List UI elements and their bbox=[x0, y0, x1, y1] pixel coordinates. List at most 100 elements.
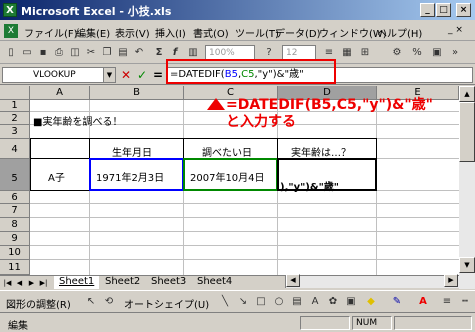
rectangle-icon[interactable]: □ bbox=[254, 295, 268, 309]
row-header[interactable]: 6 bbox=[0, 191, 30, 204]
gridline bbox=[30, 245, 459, 246]
save-icon[interactable]: ▪ bbox=[36, 46, 50, 60]
cell-d4[interactable]: 実年齢は…？ bbox=[291, 144, 351, 159]
tab-sheet1[interactable]: Sheet1 bbox=[54, 276, 100, 289]
row-header[interactable]: 4 bbox=[0, 139, 30, 159]
new-icon[interactable]: ▯ bbox=[4, 46, 18, 60]
menu-data[interactable]: データ(D) bbox=[275, 25, 321, 40]
copy-icon[interactable]: ❐ bbox=[100, 46, 114, 60]
scroll-right-icon[interactable]: ▶ bbox=[444, 274, 458, 287]
column-header[interactable]: A bbox=[30, 86, 90, 100]
chevron-down-icon[interactable]: ▼ bbox=[103, 68, 115, 82]
row-header[interactable]: 8 bbox=[0, 218, 30, 232]
annotation-callout: =DATEDIF(B5,C5,"y")&"歳" と入力する bbox=[226, 97, 433, 131]
cancel-icon[interactable]: ✕ bbox=[121, 68, 131, 82]
scroll-down-icon[interactable]: ▼ bbox=[459, 257, 475, 273]
maximize-button[interactable]: □ bbox=[436, 3, 451, 17]
drawing-toolbar: 図形の調整(R) ↖ ⟲ オートシェイプ(U) ╲ ↘ □ ○ ▤ A ✿ ▣ … bbox=[0, 290, 475, 312]
cell-c5[interactable]: 2007年10月4日 bbox=[190, 169, 265, 184]
cell-a2[interactable]: ■実年齢を調べる！ bbox=[33, 113, 122, 128]
cell-d5-editing[interactable]: ),"y")&"歳" bbox=[280, 178, 339, 193]
column-header[interactable]: B bbox=[90, 86, 184, 100]
last-sheet-icon[interactable]: ▶| bbox=[38, 277, 49, 289]
open-icon[interactable]: ▭ bbox=[20, 46, 34, 60]
equals-icon[interactable]: = bbox=[153, 68, 163, 82]
minimize-button[interactable]: _ bbox=[420, 3, 435, 17]
dash-style-icon[interactable]: ┅ bbox=[458, 295, 472, 309]
line-color-icon[interactable]: ✎ bbox=[390, 295, 404, 309]
scroll-thumb[interactable] bbox=[459, 102, 475, 162]
align-icon[interactable]: ≡ bbox=[322, 46, 336, 60]
clipart-icon[interactable]: ✿ bbox=[326, 295, 340, 309]
tab-sheet3[interactable]: Sheet3 bbox=[146, 276, 191, 289]
name-box[interactable]: VLOOKUP ▼ bbox=[2, 67, 116, 83]
vertical-scrollbar[interactable]: ▲ ▼ bbox=[459, 86, 475, 289]
row-header[interactable]: 2 bbox=[0, 112, 30, 125]
oval-icon[interactable]: ○ bbox=[272, 295, 286, 309]
tab-sheet4[interactable]: Sheet4 bbox=[192, 276, 237, 289]
menu-help[interactable]: ヘルプ(H) bbox=[377, 25, 422, 40]
row-header[interactable]: 9 bbox=[0, 232, 30, 246]
percent-icon[interactable]: % bbox=[410, 46, 424, 60]
next-sheet-icon[interactable]: ▶ bbox=[26, 277, 37, 289]
horizontal-scrollbar[interactable]: ◀ ▶ bbox=[285, 274, 459, 288]
menu-format[interactable]: 書式(O) bbox=[193, 25, 229, 40]
line-style-icon[interactable]: ≡ bbox=[440, 295, 454, 309]
autosum-icon[interactable]: Σ bbox=[152, 46, 166, 60]
doc-close-icon[interactable]: _ × bbox=[448, 25, 463, 35]
undo-icon[interactable]: ↶ bbox=[132, 46, 146, 60]
borders-icon[interactable]: ⊞ bbox=[358, 46, 372, 60]
paste-icon[interactable]: ▤ bbox=[116, 46, 130, 60]
preview-icon[interactable]: ◫ bbox=[68, 46, 82, 60]
line-icon[interactable]: ╲ bbox=[218, 295, 232, 309]
workbook-icon[interactable]: X bbox=[4, 24, 18, 38]
select-arrow-icon[interactable]: ↖ bbox=[84, 295, 98, 309]
excel-app-icon[interactable]: X bbox=[3, 3, 17, 17]
cell-a5[interactable]: A子 bbox=[48, 169, 65, 184]
prev-sheet-icon[interactable]: ◀ bbox=[14, 277, 25, 289]
gridline bbox=[30, 203, 459, 204]
row-header[interactable]: 10 bbox=[0, 246, 30, 260]
menu-view[interactable]: 表示(V) bbox=[115, 25, 150, 40]
draw-menu[interactable]: 図形の調整(R) bbox=[6, 296, 71, 311]
textbox-icon[interactable]: ▤ bbox=[290, 295, 304, 309]
menu-insert[interactable]: 挿入(I) bbox=[155, 25, 186, 40]
cell-c4[interactable]: 調べたい日 bbox=[202, 144, 252, 159]
autoshape-menu[interactable]: オートシェイプ(U) bbox=[124, 296, 209, 311]
table-border bbox=[30, 138, 90, 159]
row-header[interactable]: 11 bbox=[0, 260, 30, 275]
rotate-icon[interactable]: ⟲ bbox=[102, 295, 116, 309]
row-header[interactable]: 1 bbox=[0, 100, 30, 112]
close-button[interactable]: × bbox=[456, 3, 471, 17]
menu-bar: X ファイル(F) 編集(E) 表示(V) 挿入(I) 書式(O) ツール(T)… bbox=[0, 21, 475, 41]
font-color-icon[interactable]: A bbox=[416, 295, 430, 309]
tools-icon[interactable]: ⚙ bbox=[390, 46, 404, 60]
cut-icon[interactable]: ✂ bbox=[84, 46, 98, 60]
function-icon[interactable]: f bbox=[168, 46, 182, 60]
first-sheet-icon[interactable]: |◀ bbox=[2, 277, 13, 289]
scroll-up-icon[interactable]: ▲ bbox=[459, 86, 475, 102]
merge-icon[interactable]: ▦ bbox=[340, 46, 354, 60]
menu-tools[interactable]: ツール(T) bbox=[235, 25, 279, 40]
row-header[interactable]: 5 bbox=[0, 159, 30, 191]
menu-edit[interactable]: 編集(E) bbox=[76, 25, 110, 40]
select-all-corner[interactable] bbox=[0, 86, 30, 100]
enter-icon[interactable]: ✓ bbox=[137, 68, 147, 82]
cell-b4[interactable]: 生年月日 bbox=[112, 144, 152, 159]
image-icon[interactable]: ▣ bbox=[430, 46, 444, 60]
cell-b5[interactable]: 1971年2月3日 bbox=[96, 169, 164, 184]
menu-file[interactable]: ファイル(F) bbox=[24, 25, 78, 40]
row-header[interactable]: 3 bbox=[0, 125, 30, 139]
fill-color-icon[interactable]: ◆ bbox=[364, 295, 378, 309]
scroll-left-icon[interactable]: ◀ bbox=[286, 274, 300, 287]
chart-icon[interactable]: ▥ bbox=[186, 46, 200, 60]
more-icon[interactable]: » bbox=[448, 46, 462, 60]
gridline bbox=[30, 259, 459, 260]
picture-icon[interactable]: ▣ bbox=[344, 295, 358, 309]
wordart-icon[interactable]: A bbox=[308, 295, 322, 309]
print-icon[interactable]: ⎙ bbox=[52, 46, 66, 60]
tab-sheet2[interactable]: Sheet2 bbox=[100, 276, 145, 289]
help-icon[interactable]: ? bbox=[262, 46, 276, 60]
arrow-icon[interactable]: ↘ bbox=[236, 295, 250, 309]
row-header[interactable]: 7 bbox=[0, 204, 30, 218]
